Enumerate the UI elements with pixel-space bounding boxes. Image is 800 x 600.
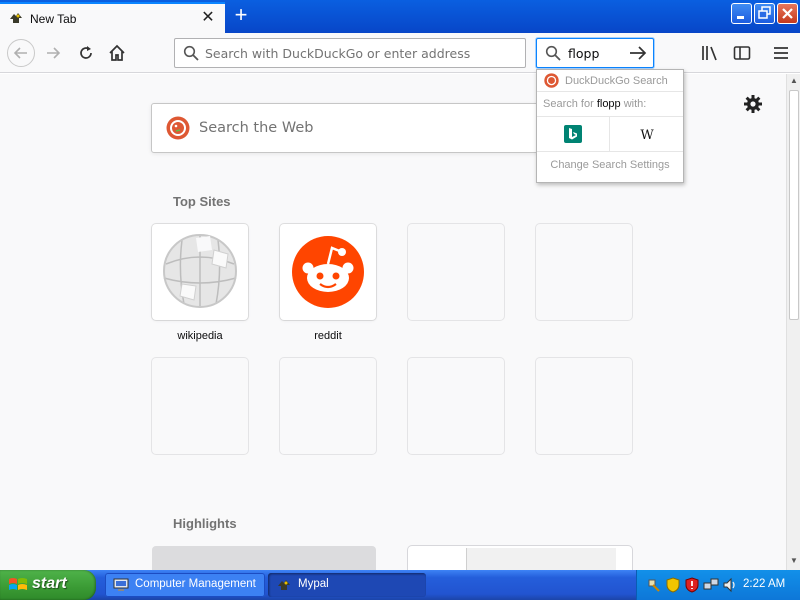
scroll-up-arrow-icon[interactable]: ▲ — [788, 76, 800, 88]
popup-header[interactable]: DuckDuckGo Search — [537, 70, 683, 92]
top-site-tile-reddit[interactable] — [280, 224, 376, 320]
sidebar-icon[interactable] — [732, 43, 752, 63]
search-for-suffix: with: — [620, 98, 647, 110]
top-site-label: wikipedia — [177, 330, 223, 342]
engine-bing-button[interactable] — [537, 117, 609, 151]
tab-new-tab[interactable]: New Tab ✕ — [0, 2, 225, 33]
taskbar-item-label: Computer Management — [135, 578, 256, 590]
top-site-empty-slot — [536, 358, 632, 454]
arrow-right-icon — [47, 47, 61, 59]
close-window-button[interactable] — [777, 3, 798, 24]
search-icon — [183, 45, 199, 61]
network-connections-icon[interactable] — [703, 577, 719, 593]
restore-button[interactable] — [754, 3, 775, 24]
reload-icon — [80, 46, 92, 59]
top-site-empty-slot — [408, 358, 504, 454]
top-site-empty-slot — [280, 358, 376, 454]
home-icon — [109, 44, 125, 61]
web-search-placeholder: Search the Web — [199, 120, 314, 136]
top-site-empty-slot — [536, 224, 632, 320]
tab-bar: New Tab ✕ + — [0, 0, 800, 33]
highlights-heading: Highlights — [173, 516, 237, 531]
tab-title: New Tab — [30, 12, 77, 26]
highlight-card[interactable] — [152, 546, 376, 570]
restore-icon — [758, 6, 771, 19]
start-button[interactable]: start — [0, 570, 96, 600]
windows-flag-icon — [9, 578, 27, 590]
search-for-term: flopp — [596, 98, 621, 110]
home-button[interactable] — [105, 41, 129, 65]
mypal-favicon-icon — [10, 13, 22, 23]
shield-warning-icon[interactable] — [665, 577, 681, 593]
top-sites-heading: Top Sites — [173, 194, 231, 209]
address-input[interactable] — [205, 43, 515, 63]
search-input-value[interactable]: flopp — [568, 46, 599, 61]
reddit-icon — [292, 236, 364, 308]
duckduckgo-icon — [166, 116, 190, 140]
wikipedia-icon — [163, 234, 237, 308]
search-icon — [545, 45, 561, 61]
forward-button[interactable] — [41, 41, 65, 65]
reload-button[interactable] — [74, 41, 98, 65]
arrow-left-icon — [13, 47, 27, 59]
web-search-box[interactable]: Search the Web — [151, 103, 551, 153]
one-off-engines: W — [537, 116, 683, 152]
top-site-empty-slot — [152, 358, 248, 454]
library-icon[interactable] — [700, 43, 720, 63]
svg-text:W: W — [640, 128, 654, 143]
search-for-prefix: Search for — [543, 98, 597, 110]
highlight-preview — [466, 548, 616, 570]
security-alert-icon[interactable] — [684, 577, 700, 593]
address-bar[interactable] — [174, 38, 526, 68]
go-arrow-icon[interactable] — [628, 44, 648, 62]
gear-icon[interactable] — [743, 94, 763, 114]
top-site-empty-slot — [408, 224, 504, 320]
search-suggestions-popup: DuckDuckGo Search Search for flopp with:… — [536, 69, 684, 183]
minimize-icon — [737, 16, 744, 19]
scroll-down-arrow-icon[interactable]: ▼ — [788, 556, 800, 568]
computer-icon — [113, 578, 129, 591]
mypal-icon — [278, 580, 290, 590]
tab-close-icon[interactable]: ✕ — [200, 10, 216, 26]
top-site-tile-wikipedia[interactable] — [152, 224, 248, 320]
search-for-line: Search for flopp with: — [543, 98, 646, 110]
taskbar-clock[interactable]: 2:22 AM — [743, 578, 785, 590]
taskbar: start Computer Management Mypal 2:22 AM — [0, 570, 800, 600]
nav-toolbar: flopp — [0, 33, 800, 73]
duckduckgo-icon — [544, 73, 559, 88]
popup-engine-name: DuckDuckGo Search — [565, 75, 668, 87]
bing-icon — [564, 125, 582, 143]
wikipedia-w-icon: W — [640, 128, 654, 143]
highlight-card[interactable] — [408, 546, 632, 570]
search-bar[interactable]: flopp — [536, 38, 654, 68]
start-label: start — [32, 575, 67, 592]
page-scrollbar[interactable]: ▲ ▼ — [786, 74, 800, 570]
taskbar-item-mypal[interactable]: Mypal — [268, 573, 426, 597]
back-button[interactable] — [7, 39, 35, 67]
taskbar-item-label: Mypal — [298, 578, 329, 590]
hamburger-menu-icon[interactable] — [771, 43, 791, 63]
network-icon[interactable] — [646, 577, 662, 593]
close-icon — [782, 8, 793, 19]
minimize-button[interactable] — [731, 3, 752, 24]
taskbar-item-computer-management[interactable]: Computer Management — [105, 573, 265, 597]
change-search-settings-link[interactable]: Change Search Settings — [537, 159, 683, 171]
top-site-label: reddit — [314, 330, 342, 342]
scroll-thumb[interactable] — [789, 90, 799, 320]
volume-icon[interactable] — [722, 577, 738, 593]
engine-wikipedia-button[interactable]: W — [609, 117, 681, 151]
system-tray: 2:22 AM — [636, 570, 800, 600]
new-tab-button[interactable]: + — [230, 4, 252, 27]
